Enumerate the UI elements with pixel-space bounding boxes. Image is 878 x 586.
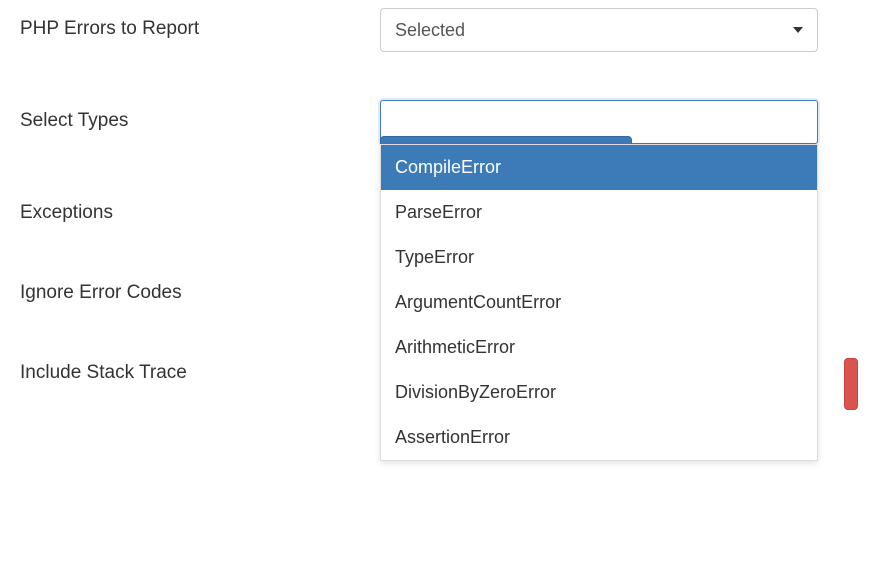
hidden-red-button[interactable] — [844, 358, 858, 410]
caret-down-icon — [793, 27, 803, 33]
php-errors-label: PHP Errors to Report — [20, 8, 380, 40]
dropdown-option[interactable]: TypeError — [381, 235, 817, 280]
dropdown-option[interactable]: ArithmeticError — [381, 325, 817, 370]
select-types-dropdown: CompileErrorParseErrorTypeErrorArgumentC… — [380, 144, 818, 461]
dropdown-option[interactable]: ParseError — [381, 190, 817, 235]
stack-trace-label: Include Stack Trace — [20, 352, 380, 384]
dropdown-option[interactable]: DivisionByZeroError — [381, 370, 817, 415]
dropdown-option[interactable]: CompileError — [381, 145, 817, 190]
dropdown-option[interactable]: AssertionError — [381, 415, 817, 460]
php-errors-select-value: Selected — [395, 20, 465, 41]
select-types-label: Select Types — [20, 100, 380, 132]
php-errors-select[interactable]: Selected — [380, 8, 818, 52]
exceptions-label: Exceptions — [20, 192, 380, 224]
ignore-codes-label: Ignore Error Codes — [20, 272, 380, 304]
dropdown-option[interactable]: ArgumentCountError — [381, 280, 817, 325]
